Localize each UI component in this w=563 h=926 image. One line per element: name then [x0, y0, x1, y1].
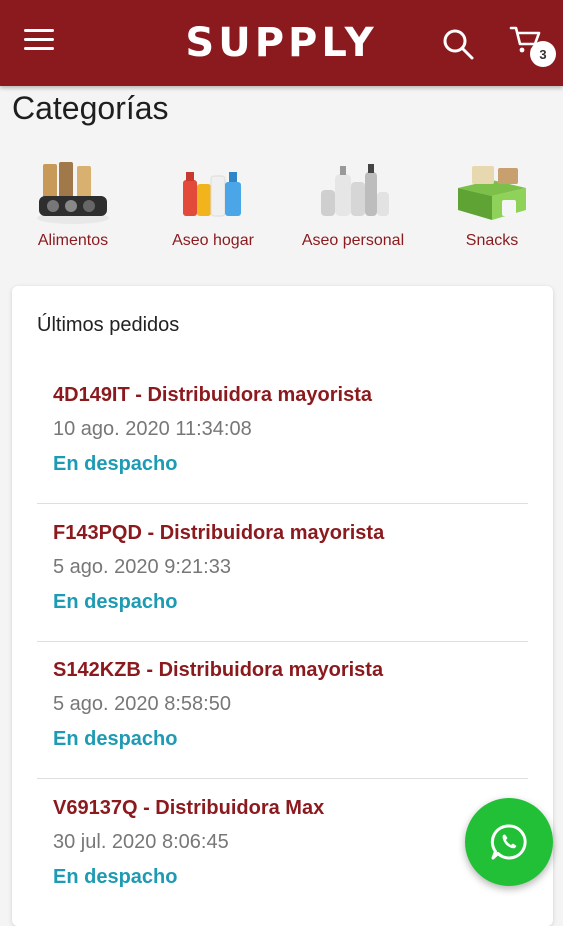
- order-status: En despacho: [53, 866, 178, 888]
- category-label: Snacks: [465, 232, 519, 249]
- category-label: Aseo personal: [301, 232, 405, 249]
- order-item[interactable]: F143PQD - Distribuidora mayorista 5 ago.…: [37, 522, 528, 632]
- aseo-hogar-image: [173, 160, 253, 226]
- category-snacks[interactable]: Snacks: [427, 160, 557, 250]
- cart-count-badge: 3: [530, 41, 556, 67]
- whatsapp-icon: [490, 824, 527, 860]
- order-date: 5 ago. 2020 8:58:50: [53, 693, 231, 715]
- recent-orders-title: Últimos pedidos: [37, 314, 180, 336]
- order-status: En despacho: [53, 728, 178, 750]
- category-alimentos[interactable]: Alimentos: [8, 160, 138, 250]
- category-aseo-hogar[interactable]: Aseo hogar: [148, 160, 278, 250]
- cart-button[interactable]: 3: [509, 24, 557, 67]
- order-date: 5 ago. 2020 9:21:33: [53, 556, 231, 578]
- category-aseo-personal[interactable]: Aseo personal: [288, 160, 418, 250]
- order-status: En despacho: [53, 453, 178, 475]
- aseo-personal-image: [313, 160, 393, 226]
- categories-title: Categorías: [12, 90, 169, 126]
- order-status: En despacho: [53, 591, 178, 613]
- order-item[interactable]: S142KZB - Distribuidora mayorista 5 ago.…: [37, 659, 528, 769]
- order-item[interactable]: V69137Q - Distribuidora Max 30 jul. 2020…: [37, 797, 528, 907]
- search-button[interactable]: [440, 26, 476, 62]
- order-item[interactable]: 4D149IT - Distribuidora mayorista 10 ago…: [37, 384, 528, 494]
- order-date: 30 jul. 2020 8:06:45: [53, 831, 229, 853]
- order-date: 10 ago. 2020 11:34:08: [53, 418, 252, 440]
- app-bar: SUPPLY 3: [0, 0, 563, 86]
- divider: [37, 641, 528, 642]
- search-icon: [443, 29, 474, 60]
- snacks-image: [452, 160, 532, 226]
- whatsapp-button[interactable]: [465, 798, 553, 886]
- category-label: Aseo hogar: [172, 232, 254, 249]
- order-id: F143PQD - Distribuidora mayorista: [53, 522, 385, 544]
- order-id: V69137Q - Distribuidora Max: [53, 797, 325, 819]
- alimentos-image: [33, 160, 113, 226]
- category-label: Alimentos: [37, 232, 109, 249]
- order-id: S142KZB - Distribuidora mayorista: [53, 659, 384, 681]
- divider: [37, 503, 528, 504]
- divider: [37, 778, 528, 779]
- order-id: 4D149IT - Distribuidora mayorista: [53, 384, 372, 406]
- brand-logo[interactable]: SUPPLY: [0, 20, 563, 66]
